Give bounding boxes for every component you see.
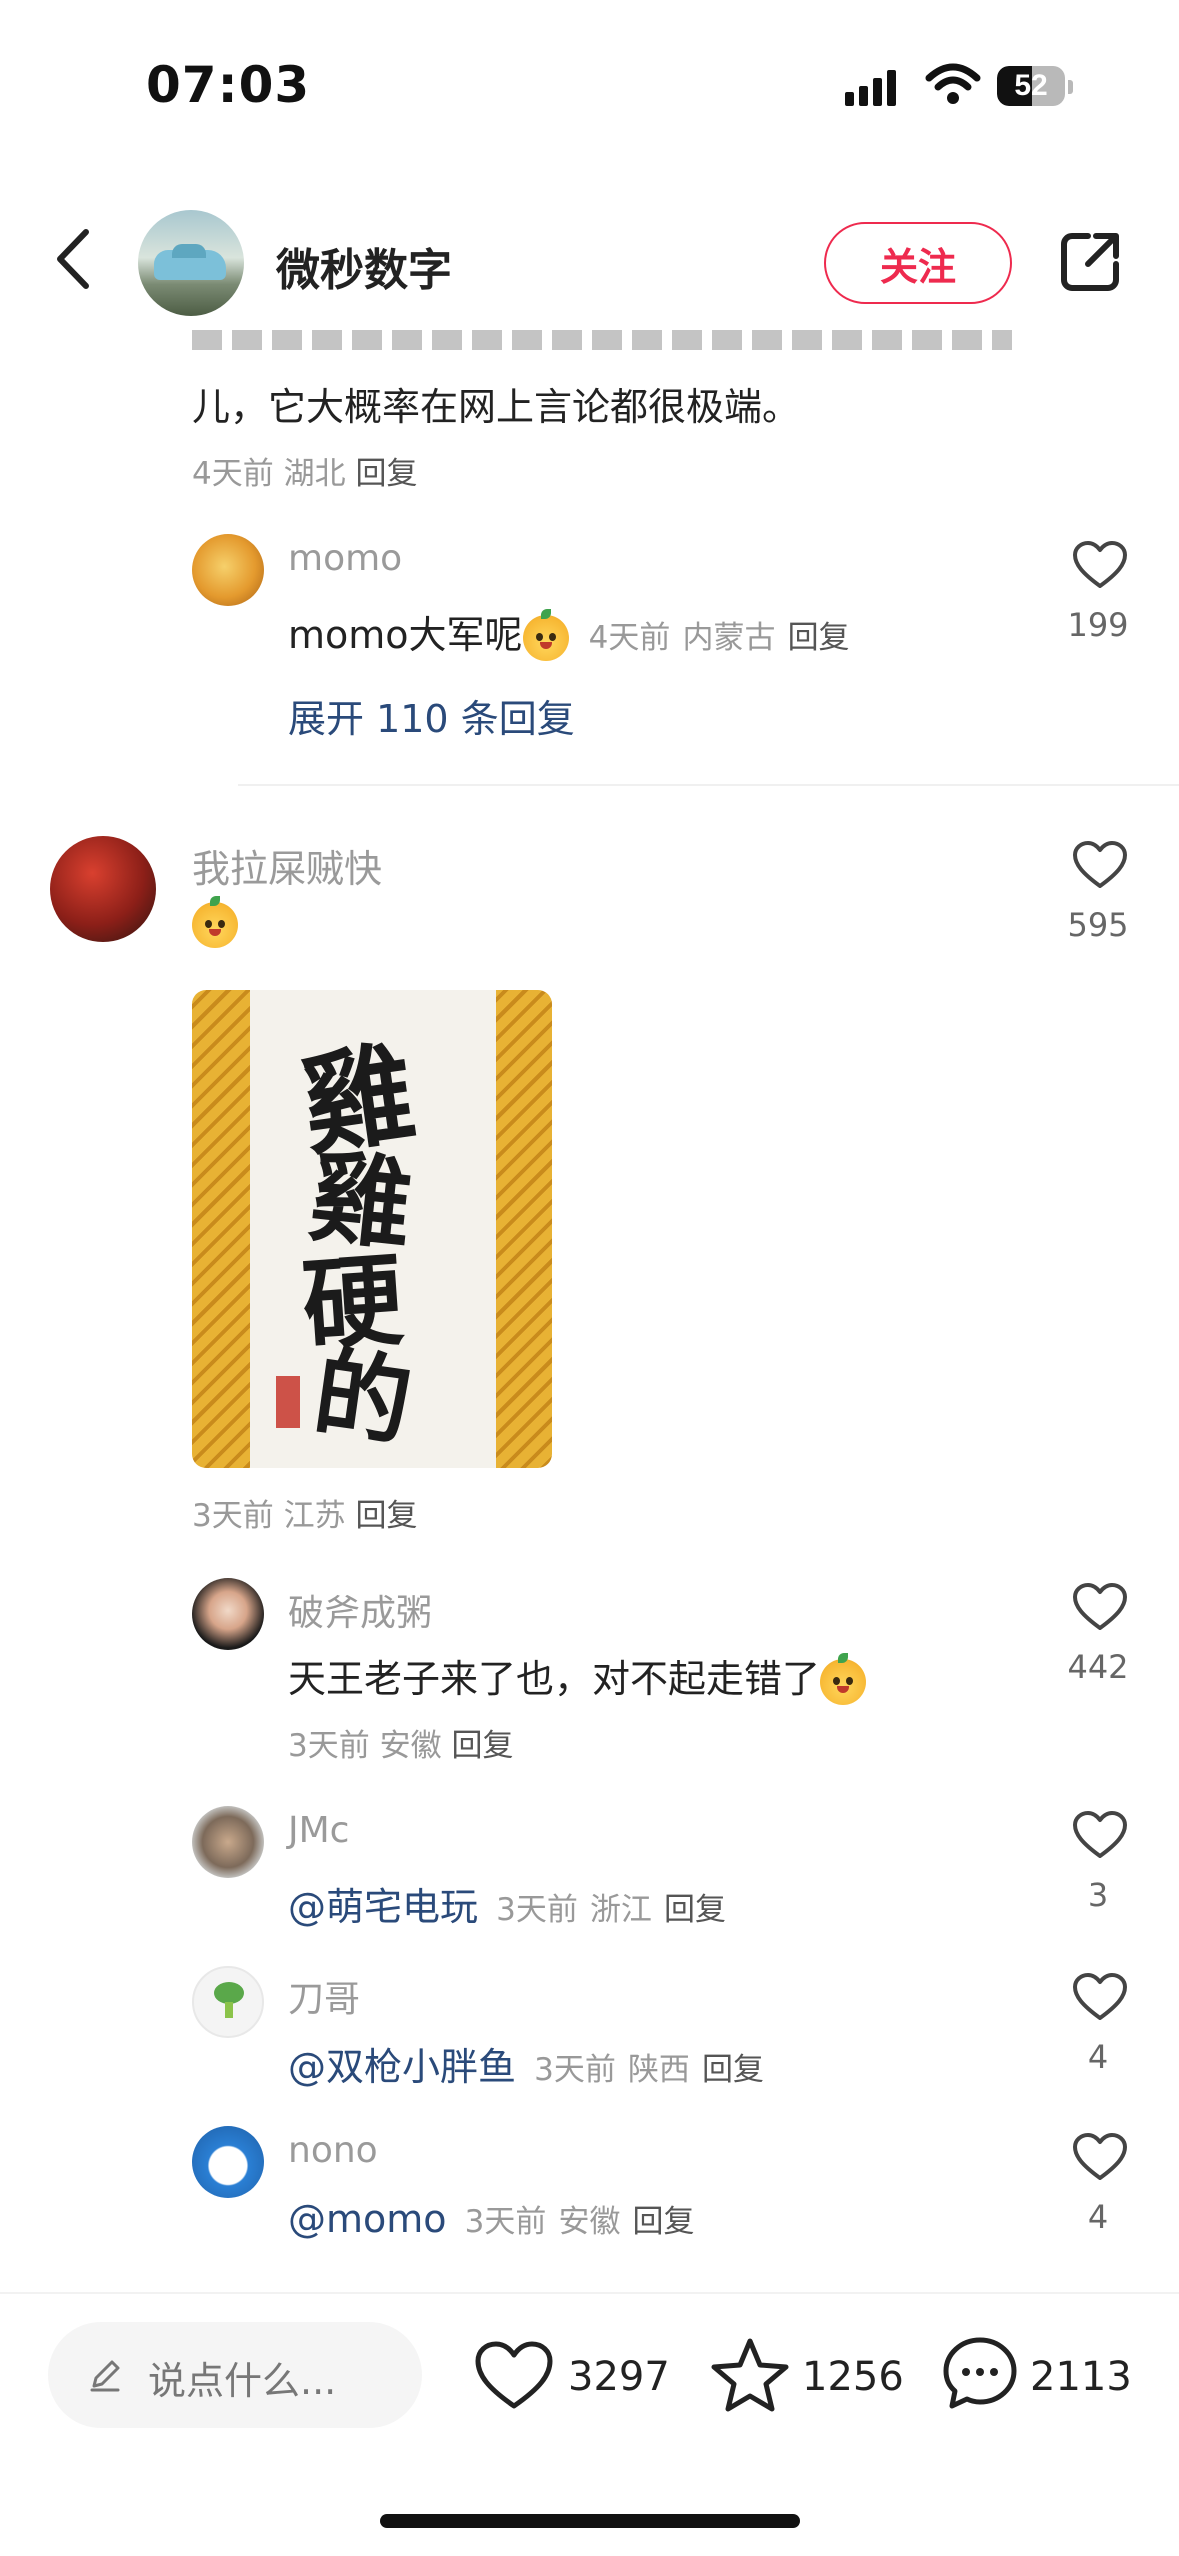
like-total: 3297	[568, 2354, 670, 2400]
reply-button[interactable]: 回复	[633, 2204, 695, 2240]
comment-image[interactable]: 雞 雞 硬 的	[192, 990, 552, 1468]
commenter-name[interactable]: momo	[288, 538, 402, 579]
follow-button[interactable]: 关注	[824, 222, 1012, 304]
reply-button[interactable]: 回复	[355, 456, 417, 492]
commenter-name[interactable]: 我拉屎贼快	[192, 838, 382, 893]
comment-meta: 3天前 江苏 回复	[192, 1498, 418, 1534]
battery-tip	[1068, 80, 1073, 94]
like-count: 4	[1087, 2198, 1109, 2236]
like-count: 442	[1067, 1648, 1129, 1686]
heart-icon[interactable]	[1072, 1810, 1128, 1860]
heart-icon[interactable]	[1072, 1582, 1128, 1632]
input-placeholder: 说点什么...	[148, 2359, 337, 2403]
avatar[interactable]	[192, 1966, 264, 2038]
author-avatar[interactable]	[138, 210, 244, 316]
comment-text: @双枪小胖鱼 3天前 陕西 回复	[288, 2045, 765, 2089]
heart-icon[interactable]	[1072, 540, 1128, 590]
comment-meta: 3天前 安徽 回复	[288, 1728, 514, 1764]
like-count: 595	[1067, 906, 1129, 944]
battery-indicator: 52	[997, 66, 1065, 106]
comment-text: @momo 3天前 安徽 回复	[288, 2197, 695, 2241]
reply-button[interactable]: 回复	[702, 2052, 764, 2088]
favorite-total: 1256	[802, 2354, 904, 2400]
status-time: 07:03	[146, 56, 311, 114]
pen-icon	[90, 2360, 120, 2392]
mention-link[interactable]: @momo	[288, 2197, 447, 2241]
avatar[interactable]	[50, 836, 156, 942]
comment-text: @萌宅电玩 3天前 浙江 回复	[288, 1885, 727, 1929]
reply-button[interactable]: 回复	[451, 1728, 513, 1764]
heart-icon[interactable]	[1072, 2132, 1128, 2182]
back-icon[interactable]	[46, 224, 106, 294]
avatar[interactable]	[192, 2126, 264, 2198]
commenter-name[interactable]: JMc	[288, 1810, 349, 1851]
reply-button[interactable]: 回复	[664, 1892, 726, 1928]
commenter-name[interactable]: 刀哥	[288, 1970, 360, 2022]
wifi-icon	[925, 63, 981, 104]
comment-input[interactable]: 说点什么...	[48, 2322, 422, 2428]
comment-total: 2113	[1030, 2354, 1132, 2400]
comment-text: momo大军呢 4天前 内蒙古 回复	[288, 604, 850, 661]
divider	[238, 784, 1179, 786]
commenter-name[interactable]: nono	[288, 2130, 378, 2171]
reply-button[interactable]: 回复	[355, 1498, 417, 1534]
heart-icon[interactable]	[1072, 840, 1128, 890]
bottom-bar-divider	[0, 2292, 1179, 2294]
commenter-name[interactable]: 破斧成粥	[288, 1584, 432, 1636]
like-count: 4	[1087, 2038, 1109, 2076]
mention-link[interactable]: @双枪小胖鱼	[288, 2045, 516, 2089]
broccoli-icon	[214, 1982, 244, 2004]
author-name[interactable]: 微秒数字	[276, 234, 452, 298]
partial-comment-meta: 4天前 湖北 回复	[192, 456, 418, 492]
like-count: 199	[1067, 606, 1129, 644]
emoji-icon	[192, 896, 238, 948]
partial-comment-text: 儿，它大概率在网上言论都很极端。	[192, 385, 801, 429]
heart-icon[interactable]	[1072, 1972, 1128, 2022]
home-indicator[interactable]	[380, 2514, 800, 2528]
star-icon[interactable]	[710, 2336, 790, 2414]
cellular-signal-icon	[845, 66, 905, 106]
comment-emoji	[192, 896, 238, 948]
avatar[interactable]	[192, 1806, 264, 1878]
partial-comment-cut-line	[192, 322, 1012, 350]
reply-button[interactable]: 回复	[788, 620, 850, 656]
share-icon[interactable]	[1058, 230, 1122, 294]
like-count: 3	[1087, 1876, 1109, 1914]
expand-replies-link[interactable]: 展开 110 条回复	[288, 688, 575, 743]
comment-text: 天王老子来了也，对不起走错了	[288, 1648, 867, 1705]
avatar[interactable]	[192, 534, 264, 606]
heart-icon[interactable]	[474, 2340, 554, 2412]
avatar[interactable]	[192, 1578, 264, 1650]
emoji-icon	[820, 1652, 867, 1705]
comment-icon[interactable]	[940, 2334, 1020, 2414]
mention-link[interactable]: @萌宅电玩	[288, 1885, 478, 1929]
emoji-icon	[522, 608, 569, 661]
